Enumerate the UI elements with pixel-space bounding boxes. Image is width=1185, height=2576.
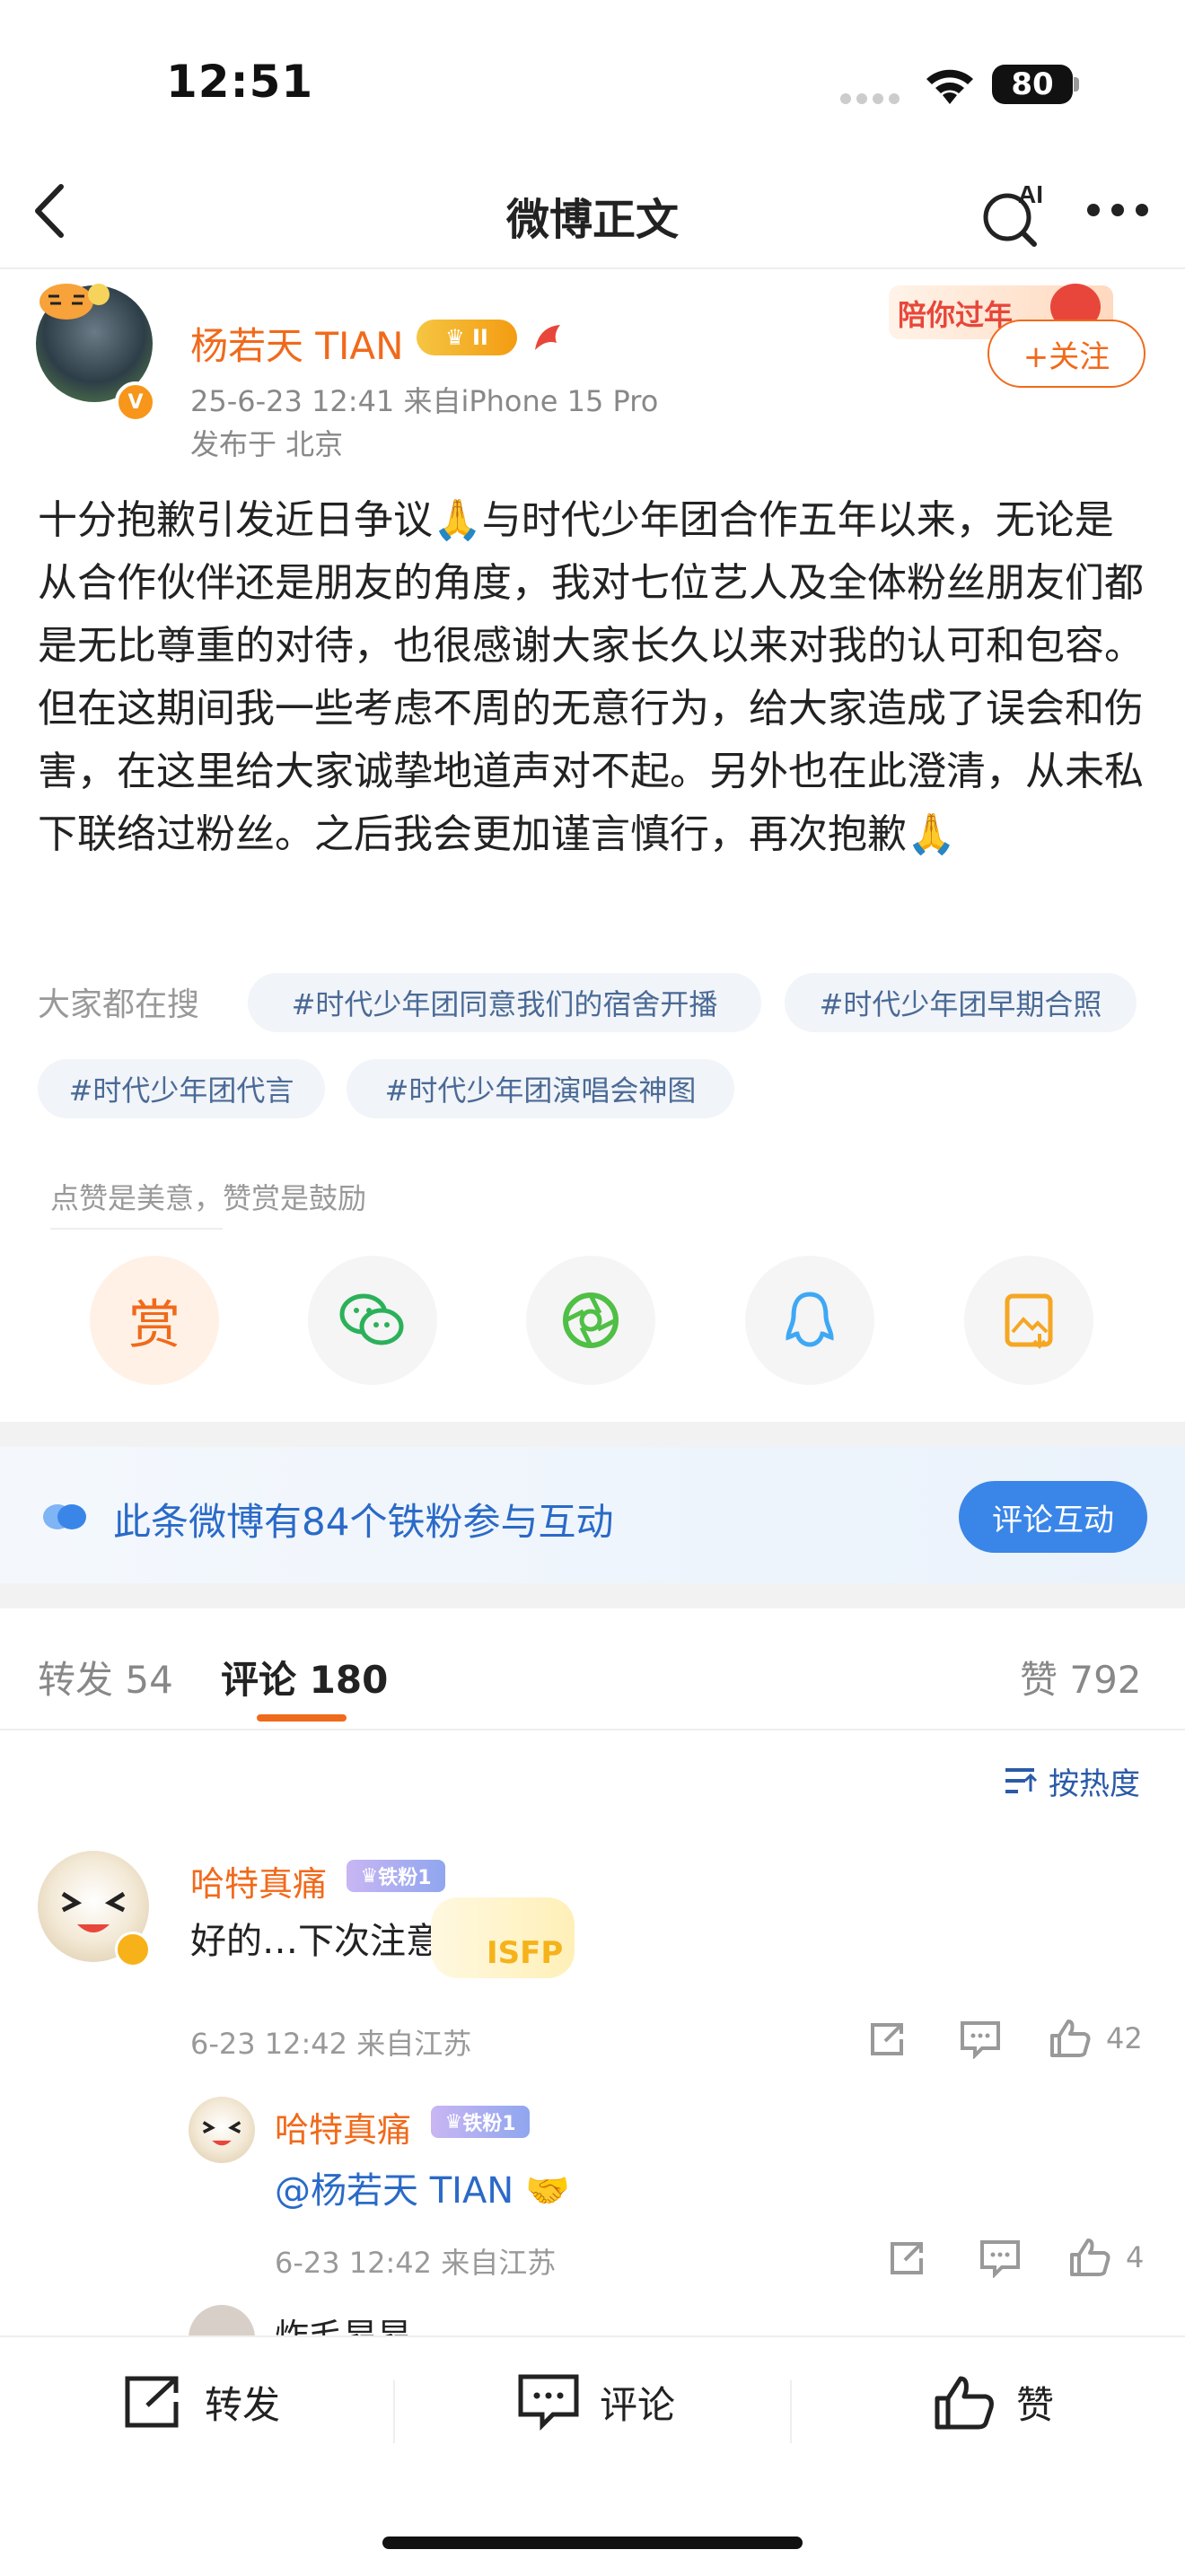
tab-repost[interactable]: 转发 54	[38, 1650, 173, 1704]
hot-search-tag[interactable]: #时代少年团演唱会神图	[347, 1059, 734, 1118]
home-indicator[interactable]	[382, 2537, 803, 2549]
level-badge-text: II	[472, 325, 488, 350]
repost-icon	[125, 2376, 179, 2428]
tab-like[interactable]: 赞 792	[1020, 1650, 1142, 1704]
comment-label: 评论	[600, 2382, 676, 2427]
tabs-divider	[0, 1729, 1185, 1730]
share-icon[interactable]	[867, 2020, 907, 2059]
save-image-icon	[1005, 1293, 1053, 1349]
wechat-icon	[339, 1293, 404, 1345]
save-image-button[interactable]	[964, 1256, 1093, 1385]
toolbar-divider	[393, 2380, 395, 2443]
share-qq-button[interactable]	[745, 1256, 874, 1385]
follow-banner-text: 陪你过年	[898, 298, 1014, 332]
tab-comment[interactable]: 评论 180	[221, 1650, 388, 1704]
like-button[interactable]: 赞	[934, 2373, 1054, 2431]
post-meta: 25-6-23 12:41 来自iPhone 15 Pro	[190, 384, 659, 418]
hot-search-tag[interactable]: #时代少年团同意我们的宿舍开播	[248, 973, 761, 1032]
comment-sticker-text: ISFP	[487, 1935, 564, 1971]
crown-icon: ♛	[445, 325, 472, 350]
crown-icon: ♛	[360, 1864, 379, 1888]
verified-badge-icon: V	[115, 381, 156, 423]
battery-indicator: 80	[992, 65, 1073, 104]
hot-search-tag[interactable]: #时代少年团代言	[38, 1059, 325, 1118]
comment-meta: 6-23 12:42 来自江苏	[190, 2027, 472, 2061]
repost-button[interactable]: 转发	[122, 2373, 280, 2431]
qq-icon	[786, 1292, 834, 1347]
moments-icon	[563, 1292, 619, 1348]
reward-button[interactable]: 赏	[90, 1256, 219, 1385]
fan-level-badge: ♛ 铁粉1	[347, 1860, 445, 1892]
like-icon	[935, 2376, 994, 2430]
hot-search-label: 大家都在搜	[38, 986, 200, 1023]
follow-button[interactable]: +关注	[988, 320, 1146, 388]
post-content: 十分抱歉引发近日争议🙏与时代少年团合作五年以来，无论是从合作伙伴还是朋友的角度，…	[38, 497, 1144, 857]
signal-icon	[840, 93, 900, 104]
fans-banner-text: 此条微博有84个铁粉参与互动	[113, 1500, 614, 1544]
like-count: 42	[1106, 2021, 1143, 2055]
post-location: 发布于 北京	[190, 427, 344, 461]
like-icon[interactable]	[1068, 2235, 1111, 2278]
author-name[interactable]: 杨若天 TIAN	[190, 316, 404, 371]
fan-level-badge-text: 铁粉1	[462, 2113, 516, 2135]
section-gap	[0, 1583, 1185, 1608]
reply-icon[interactable]	[959, 2020, 1002, 2059]
fan-level-badge-text: 铁粉1	[378, 1867, 432, 1889]
nav-divider	[0, 267, 1185, 269]
hot-search-tag[interactable]: #时代少年团早期合照	[785, 973, 1137, 1032]
tab-active-underline	[257, 1714, 347, 1722]
reply-icon[interactable]	[979, 2239, 1022, 2278]
sort-by-hot[interactable]: 按热度	[1049, 1759, 1140, 1803]
like-count: 4	[1126, 2240, 1145, 2274]
reply-avatar[interactable]	[189, 2097, 255, 2163]
repost-label: 转发	[205, 2382, 281, 2427]
comment-button[interactable]: 评论	[517, 2373, 675, 2431]
like-label: 赞	[1016, 2382, 1055, 2427]
comment-bubble-decoration: ISFP	[431, 1897, 575, 1978]
cartoon-face-icon	[202, 2121, 241, 2146]
share-wechat-button[interactable]	[308, 1256, 437, 1385]
red-flag-icon	[535, 325, 560, 350]
share-icon[interactable]	[887, 2239, 926, 2278]
fans-icon	[43, 1504, 86, 1529]
reply-text: @杨若天 TIAN 🤝	[275, 2170, 570, 2212]
wifi-icon	[926, 69, 973, 104]
section-gap	[0, 1422, 1185, 1447]
reward-tip: 点赞是美意，赞赏是鼓励	[50, 1181, 367, 1215]
comment-author[interactable]: 哈特真痛	[190, 1856, 327, 1906]
comment-icon	[518, 2374, 579, 2431]
ai-label: AI	[1018, 180, 1043, 208]
comment-interact-button[interactable]: 评论互动	[959, 1481, 1147, 1553]
more-options-icon[interactable]	[1086, 203, 1149, 217]
comment-verified-icon	[115, 1932, 151, 1967]
toolbar-divider	[790, 2380, 792, 2443]
status-time: 12:51	[166, 56, 314, 108]
ai-search-icon[interactable]: AI	[979, 178, 1050, 250]
reward-tip-line	[50, 1228, 223, 1230]
like-icon[interactable]	[1049, 2016, 1092, 2059]
fan-level-badge: ♛ 铁粉1	[431, 2106, 530, 2138]
member-level-badge: ♛ II	[417, 320, 517, 355]
reply-author[interactable]: 哈特真痛	[275, 2102, 411, 2151]
share-moments-button[interactable]	[526, 1256, 655, 1385]
crown-icon: ♛	[444, 2110, 463, 2134]
reply-meta: 6-23 12:42 来自江苏	[275, 2246, 557, 2280]
tiger-pendant-icon	[40, 284, 110, 320]
battery-tip	[1074, 77, 1079, 92]
sort-icon[interactable]	[1002, 1765, 1038, 1797]
